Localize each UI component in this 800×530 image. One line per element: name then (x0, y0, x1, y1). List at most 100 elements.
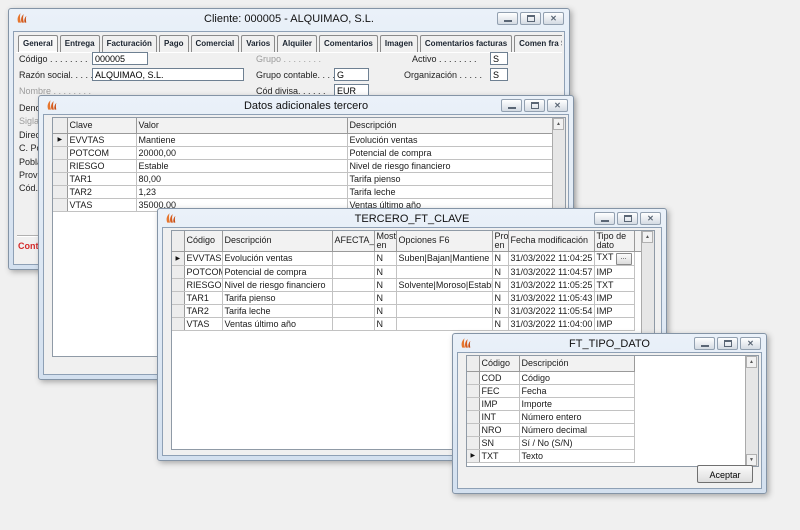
table-cell[interactable]: Texto (519, 449, 634, 462)
table-cell[interactable]: N (374, 278, 396, 291)
table-cell[interactable]: 31/03/2022 11:05:43 (508, 291, 594, 304)
table-cell[interactable] (332, 304, 374, 317)
table-cell[interactable]: Ventas último año (222, 317, 332, 330)
row-selector[interactable] (467, 423, 479, 436)
table-cell[interactable]: Nivel de riesgo financiero (222, 278, 332, 291)
table-row[interactable]: VTASVentas último añoNN31/03/2022 11:04:… (172, 317, 642, 330)
column-header[interactable]: AFECTA_A (332, 231, 374, 251)
table-cell[interactable]: RIESGO (67, 159, 136, 172)
table-cell[interactable]: TAR2 (184, 304, 222, 317)
row-selector[interactable] (172, 304, 184, 317)
table-cell[interactable]: N (374, 317, 396, 330)
tab-varios[interactable]: Varios (241, 35, 275, 52)
table-cell[interactable]: 31/03/2022 11:05:25 (508, 278, 594, 291)
table-cell[interactable]: SN (479, 436, 519, 449)
titlebar[interactable]: Cliente: 000005 - ALQUIMAO, S.L. ✕ (9, 9, 569, 29)
column-header[interactable]: Código (479, 356, 519, 371)
table-cell[interactable] (396, 304, 492, 317)
table-row[interactable]: RIESGONivel de riesgo financieroNSolvent… (172, 278, 642, 291)
row-selector[interactable] (467, 436, 479, 449)
table-cell[interactable]: EVVTAS (184, 251, 222, 265)
table-row[interactable]: TAR1Tarifa piensoNN31/03/2022 11:05:43IM… (172, 291, 642, 304)
table-cell[interactable]: 20000,00 (136, 146, 347, 159)
row-selector[interactable] (467, 384, 479, 397)
table-row[interactable]: TAR21,23Tarifa leche (53, 185, 553, 198)
table-cell[interactable]: Solvente|Moroso|Estable (396, 278, 492, 291)
table-cell[interactable]: TAR2 (67, 185, 136, 198)
table-row[interactable]: POTCOM20000,00Potencial de compra (53, 146, 553, 159)
minimize-button[interactable] (594, 212, 615, 225)
table-cell[interactable] (332, 291, 374, 304)
table-cell[interactable]: 31/03/2022 11:04:57 (508, 265, 594, 278)
table-cell[interactable]: TXT (594, 278, 634, 291)
table-cell[interactable]: N (374, 304, 396, 317)
table-cell[interactable]: IMP (594, 291, 634, 304)
table-cell[interactable]: N (492, 251, 508, 265)
table-cell[interactable]: POTCOM (184, 265, 222, 278)
table-cell[interactable]: Potencial de compra (222, 265, 332, 278)
table-row[interactable]: FECFecha (467, 384, 634, 397)
table-row[interactable]: ▶EVVTASEvolución ventasNSuben|Bajan|Mant… (172, 251, 642, 265)
table-cell[interactable]: Suben|Bajan|Mantiene (396, 251, 492, 265)
table-cell[interactable]: IMP (594, 317, 634, 330)
scroll-up-icon[interactable]: ▲ (553, 118, 564, 130)
row-selector[interactable] (53, 185, 67, 198)
column-header[interactable]: Descripción (519, 356, 634, 371)
row-selector[interactable] (172, 265, 184, 278)
tab-comen-fra-sps-factoring[interactable]: Comen fra SPS factoring (514, 35, 562, 52)
column-header[interactable]: Descripción (347, 118, 553, 133)
row-selector[interactable] (172, 291, 184, 304)
table-cell[interactable]: Tarifa leche (222, 304, 332, 317)
minimize-button[interactable] (497, 12, 518, 25)
active-row-marker[interactable]: ▶ (467, 449, 479, 462)
grupo-contable-input[interactable] (334, 68, 369, 81)
maximize-button[interactable] (617, 212, 638, 225)
table-cell[interactable]: 31/03/2022 11:04:00 (508, 317, 594, 330)
table-row[interactable]: ▶TXTTexto (467, 449, 634, 462)
table-cell[interactable]: Tarifa leche (347, 185, 553, 198)
scroll-up-icon[interactable]: ▲ (746, 356, 757, 368)
table-cell[interactable]: Evolución ventas (347, 133, 553, 146)
table-cell[interactable]: FEC (479, 384, 519, 397)
table-cell[interactable]: N (492, 278, 508, 291)
table-cell[interactable] (396, 265, 492, 278)
organizacion-input[interactable] (490, 68, 508, 81)
table-cell[interactable]: Estable (136, 159, 347, 172)
tab-comercial[interactable]: Comercial (191, 35, 240, 52)
table-cell[interactable]: VTAS (184, 317, 222, 330)
column-header[interactable]: Opciones F6 (396, 231, 492, 251)
aceptar-button[interactable]: Aceptar (697, 465, 753, 483)
tab-comentarios[interactable]: Comentarios (319, 35, 378, 52)
table-cell[interactable]: 80,00 (136, 172, 347, 185)
table-cell[interactable]: Tarifa pienso (222, 291, 332, 304)
table-row[interactable]: ▶EVVTASMantieneEvolución ventas (53, 133, 553, 146)
row-selector[interactable] (467, 410, 479, 423)
table-cell[interactable] (332, 251, 374, 265)
row-selector[interactable] (53, 146, 67, 159)
table-row[interactable]: NRONúmero decimal (467, 423, 634, 436)
table-cell[interactable]: TXT... (594, 251, 634, 265)
column-header[interactable]: Mostrar en (374, 231, 396, 251)
table-cell[interactable]: IMP (479, 397, 519, 410)
ellipsis-button[interactable]: ... (616, 253, 632, 265)
table-cell[interactable] (396, 317, 492, 330)
table-cell[interactable]: N (492, 291, 508, 304)
table-cell[interactable]: N (492, 265, 508, 278)
table-cell[interactable]: POTCOM (67, 146, 136, 159)
maximize-button[interactable] (520, 12, 541, 25)
row-selector[interactable] (172, 278, 184, 291)
table-cell[interactable] (396, 291, 492, 304)
table-cell[interactable]: EVVTAS (67, 133, 136, 146)
activo-input[interactable] (490, 52, 508, 65)
razon-social-input[interactable] (92, 68, 244, 81)
column-header[interactable]: Valor (136, 118, 347, 133)
column-header[interactable]: Clave (67, 118, 136, 133)
table-row[interactable]: SNSí / No (S/N) (467, 436, 634, 449)
maximize-button[interactable] (717, 337, 738, 350)
active-row-marker[interactable]: ▶ (172, 251, 184, 265)
table-cell[interactable]: Fecha (519, 384, 634, 397)
table-cell[interactable] (332, 265, 374, 278)
close-button[interactable]: ✕ (543, 12, 564, 25)
table-row[interactable]: TAR2Tarifa lecheNN31/03/2022 11:05:54IMP (172, 304, 642, 317)
column-header[interactable]: Propio en (492, 231, 508, 251)
